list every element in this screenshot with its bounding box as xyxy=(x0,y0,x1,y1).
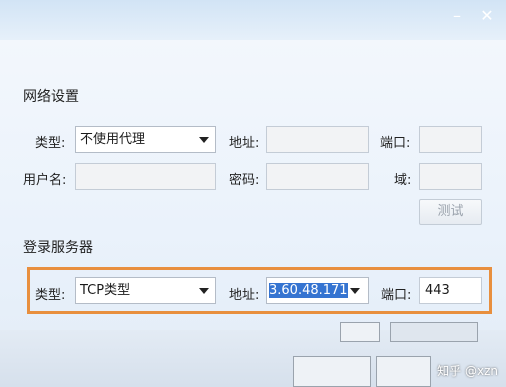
proxy-type-label: 类型: xyxy=(35,136,66,151)
server-address-combo[interactable]: 3.60.48.171 xyxy=(266,277,369,304)
proxy-type-value: 不使用代理 xyxy=(80,132,146,147)
chevron-down-icon xyxy=(199,137,209,143)
proxy-port-field[interactable] xyxy=(419,126,482,153)
close-button[interactable]: ✕ xyxy=(476,6,498,26)
watermark: 知乎 @xzn xyxy=(437,364,498,378)
chevron-down-icon xyxy=(350,288,360,294)
server-port-value: 443 xyxy=(425,283,450,298)
domain-label: 域: xyxy=(394,173,412,188)
chevron-down-icon xyxy=(199,288,209,294)
proxy-port-label: 端口: xyxy=(380,136,411,151)
footer-icon xyxy=(340,322,380,342)
ok-button[interactable] xyxy=(293,356,371,387)
network-settings-title: 网络设置 xyxy=(23,89,79,105)
cancel-button[interactable] xyxy=(376,356,431,387)
server-type-label: 类型: xyxy=(35,288,66,303)
username-field[interactable] xyxy=(75,163,216,190)
proxy-address-label: 地址: xyxy=(229,136,260,151)
domain-field[interactable] xyxy=(419,163,482,190)
server-port-label: 端口: xyxy=(381,288,412,303)
title-bar: – ✕ xyxy=(0,0,506,40)
password-label: 密码: xyxy=(229,173,260,188)
username-label: 用户名: xyxy=(23,173,67,188)
server-type-select[interactable]: TCP类型 xyxy=(75,277,216,304)
server-port-field[interactable]: 443 xyxy=(419,277,482,304)
server-address-value: 3.60.48.171 xyxy=(269,283,348,298)
server-address-label: 地址: xyxy=(229,288,260,303)
footer-icon xyxy=(390,322,478,342)
minimize-button[interactable]: – xyxy=(446,6,468,26)
test-button[interactable]: 测试 xyxy=(419,199,482,225)
proxy-address-field[interactable] xyxy=(266,126,369,153)
server-type-value: TCP类型 xyxy=(80,283,131,298)
login-server-title: 登录服务器 xyxy=(23,240,93,256)
password-field[interactable] xyxy=(266,163,369,190)
proxy-type-select[interactable]: 不使用代理 xyxy=(75,126,216,153)
